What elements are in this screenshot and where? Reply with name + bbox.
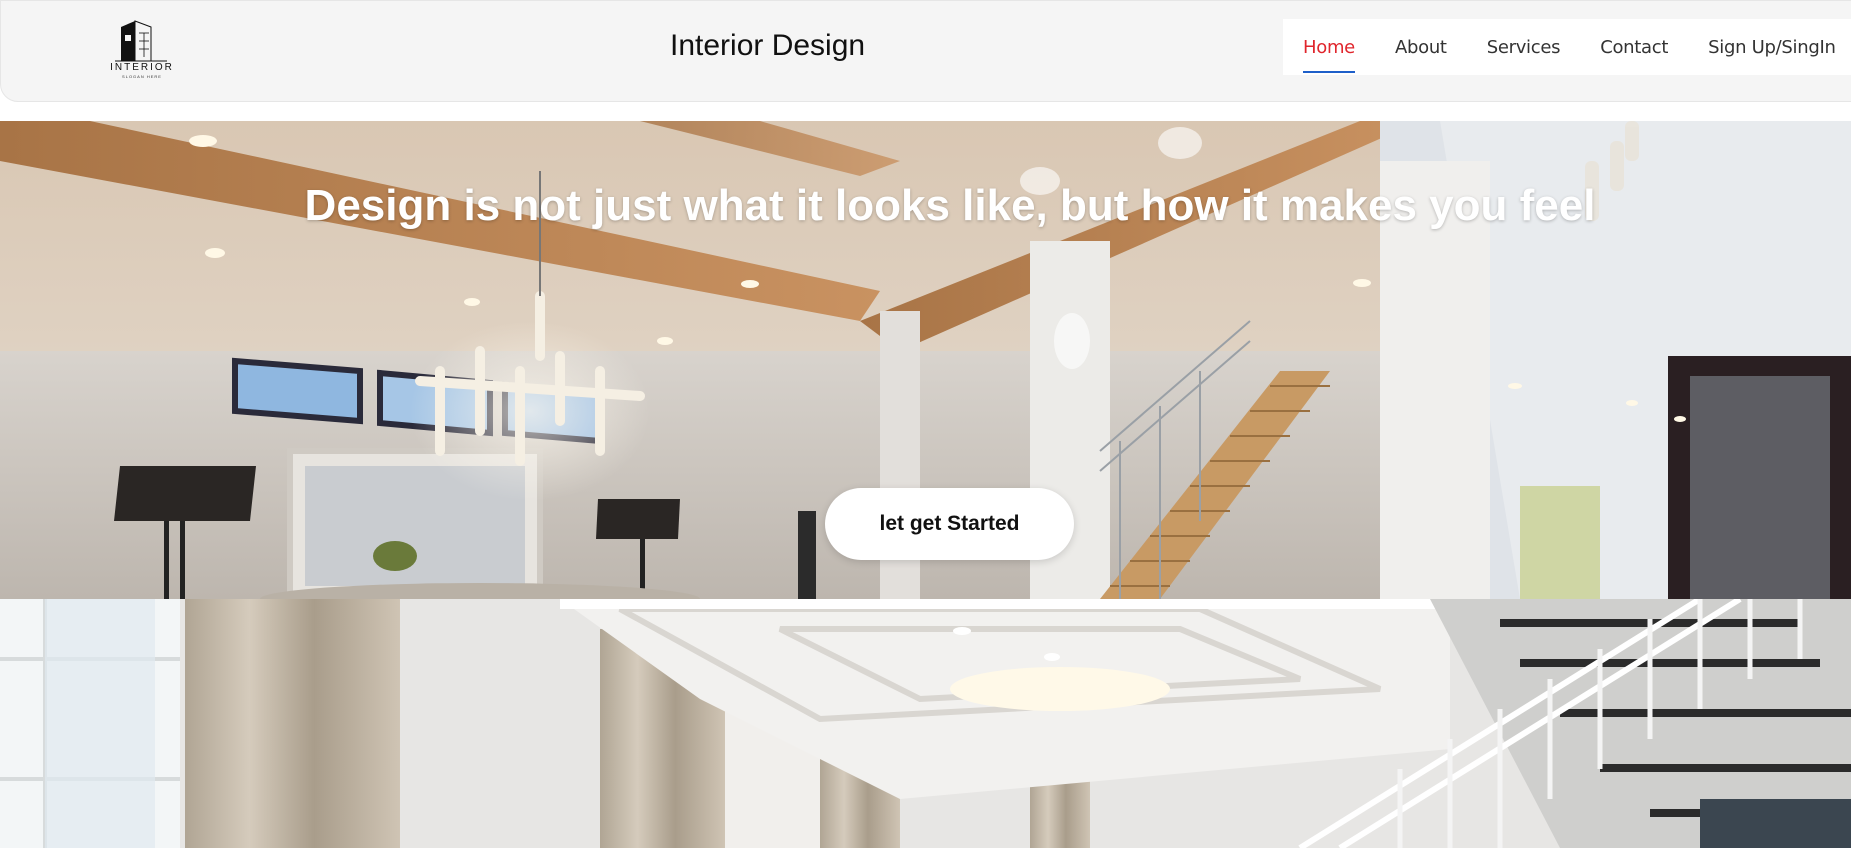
hero-quote: Design is not just what it looks like, b… — [304, 181, 1596, 230]
hero-section: Design is not just what it looks like, b… — [0, 121, 1851, 599]
site-title: Interior Design — [670, 29, 866, 62]
nav-item-about[interactable]: About — [1395, 37, 1447, 58]
nav-item-signup-signin[interactable]: Sign Up/SingIn — [1708, 37, 1836, 58]
house-logo-icon — [115, 20, 167, 62]
site-header: INTERIOR SLOGAN HERE Interior Design Hom… — [0, 0, 1851, 104]
nav-item-home[interactable]: Home — [1303, 37, 1355, 73]
logo-wordmark: INTERIOR — [110, 62, 174, 73]
interior-background-image — [0, 599, 1851, 848]
site-logo[interactable]: INTERIOR SLOGAN HERE — [107, 17, 177, 79]
nav-item-contact[interactable]: Contact — [1600, 37, 1668, 58]
header-bar: INTERIOR SLOGAN HERE Interior Design Hom… — [0, 0, 1851, 102]
logo-tagline: SLOGAN HERE — [122, 74, 162, 79]
nav-item-services[interactable]: Services — [1487, 37, 1561, 58]
main-nav: Home About Services Contact Sign Up/Sing… — [1283, 19, 1851, 75]
interior-gallery-section — [0, 599, 1851, 848]
get-started-button[interactable]: let get Started — [825, 488, 1074, 560]
